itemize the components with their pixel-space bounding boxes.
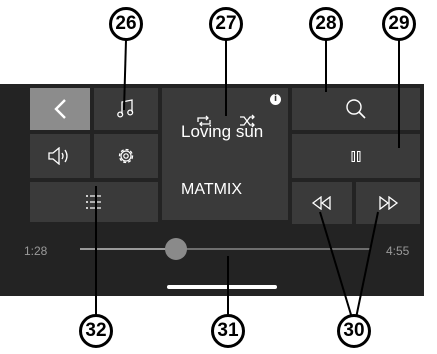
callout-30: 30 (337, 314, 371, 348)
callout-27: 27 (209, 7, 243, 41)
callout-32: 32 (79, 314, 113, 348)
callout-31: 31 (211, 314, 245, 348)
callout-26: 26 (109, 7, 143, 41)
callout-leaders (95, 38, 400, 319)
callout-29: 29 (382, 7, 416, 41)
callout-28: 28 (309, 7, 343, 41)
